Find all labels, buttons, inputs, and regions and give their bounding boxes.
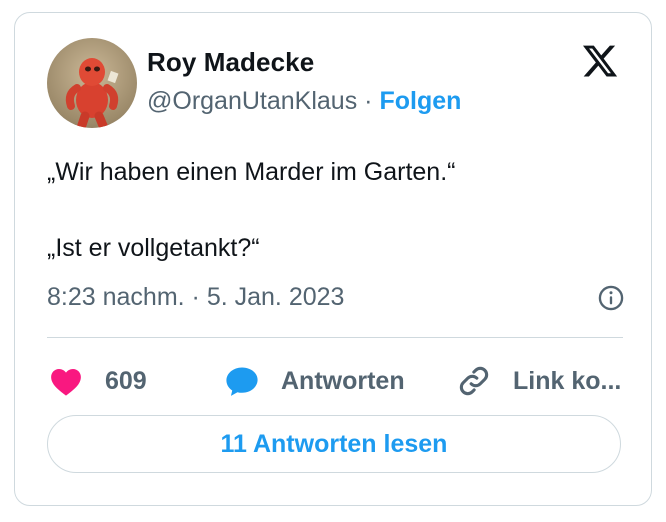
follow-button[interactable]: Folgen	[379, 87, 461, 115]
reply-label: Antworten	[281, 366, 405, 395]
divider	[47, 337, 623, 338]
reply-button[interactable]: Antworten	[225, 359, 405, 403]
like-count: 609	[105, 366, 147, 395]
reply-bubble-icon	[226, 367, 258, 396]
author-handle[interactable]: @OrganUtanKlaus	[147, 87, 357, 115]
copy-link-button[interactable]: Link ko...	[457, 359, 621, 403]
avatar-image	[65, 58, 119, 128]
tweet-text: „Wir haben einen Marder im Garten.“ „Ist…	[47, 158, 456, 262]
meta-separator: ·	[191, 283, 200, 311]
avatar[interactable]	[47, 38, 137, 128]
author-name[interactable]: Roy Madecke	[147, 47, 314, 78]
tweet-meta: 8:23 nachm. · 5. Jan. 2023	[47, 283, 625, 312]
tweet-date[interactable]: 5. Jan. 2023	[207, 283, 345, 311]
info-icon[interactable]	[597, 284, 625, 312]
tweet-time[interactable]: 8:23 nachm.	[47, 283, 185, 311]
link-icon	[459, 366, 489, 396]
copy-link-label: Link ko...	[513, 366, 622, 395]
author-handle-row: @OrganUtanKlaus · Folgen	[147, 87, 461, 116]
read-replies-label: 11 Antworten lesen	[220, 429, 448, 458]
x-logo-icon[interactable]	[580, 42, 620, 80]
read-replies-button[interactable]: 11 Antworten lesen	[47, 415, 621, 473]
handle-separator: ·	[364, 87, 373, 115]
heart-icon	[51, 368, 81, 396]
action-bar: 609 Antworten Link ko...	[47, 359, 627, 403]
tweet-card: Roy Madecke @OrganUtanKlaus · Folgen „Wi…	[14, 12, 652, 506]
like-button[interactable]: 609	[49, 359, 147, 403]
